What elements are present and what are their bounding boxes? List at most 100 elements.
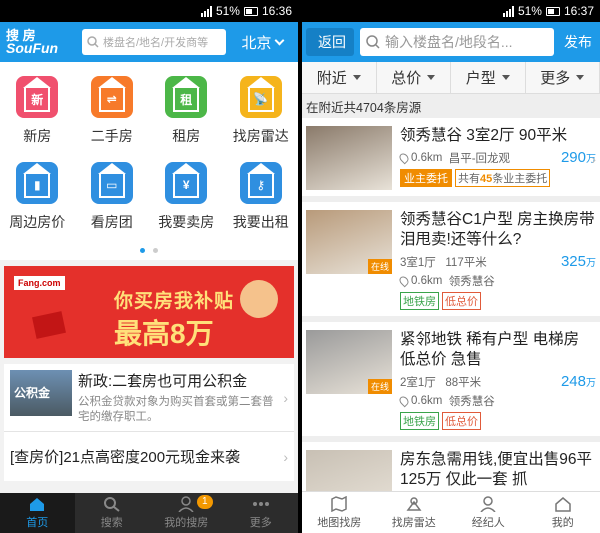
second-hand-house-icon: ⇌ <box>90 76 133 118</box>
listing-item[interactable]: 在线 领秀慧谷C1户型 房主换房带泪甩卖!还等什么? 3室1厅 117平米 325万 0… <box>302 202 600 322</box>
soufun-logo: 搜 房 SouFun <box>6 28 59 56</box>
search-input[interactable]: 楼盘名/地名/开发商等 <box>82 29 226 55</box>
nav-label: 我的搜房 <box>164 517 209 529</box>
feature-radar[interactable]: 📡 找房雷达 <box>224 76 299 162</box>
sell-house-icon: ¥ <box>165 162 208 204</box>
bus-icon: ▭ <box>90 162 133 204</box>
filter-0[interactable]: 附近 <box>302 62 377 93</box>
listing-item[interactable]: 领秀慧谷 3室2厅 90平米 0.6km 昌平-回龙观 290万 业主委托 共有45条业… <box>302 118 600 202</box>
online-badge: 在线 <box>367 379 392 394</box>
signal-icon <box>502 5 514 17</box>
nav-label: 经纪人 <box>471 516 505 529</box>
agent-icon <box>480 495 496 512</box>
home-icon <box>30 498 45 511</box>
feature-label: 租房 <box>172 128 201 144</box>
city-label: 北京 <box>241 34 272 52</box>
nav-more[interactable]: 更多 <box>224 493 299 533</box>
feature-grid: 新新房 ⇌ 二手房租租房 📡 找房雷达 ▮ 周边房价 ▭ 看房团 ¥ 我要卖房 ⚷ 我要出租 <box>0 62 298 248</box>
news-item[interactable]: [查房价]21点高密度200元现金来袭 › <box>4 432 294 481</box>
feature-label: 看房团 <box>90 214 133 230</box>
community-name: 领秀慧谷 <box>448 276 495 288</box>
nav-my-house[interactable]: 我的 <box>526 492 600 533</box>
dropdown-arrow-icon <box>352 75 361 80</box>
dropdown-arrow-icon <box>427 75 436 80</box>
location-pin-icon <box>397 274 411 288</box>
back-button[interactable]: 返回 <box>306 28 354 56</box>
banner-line-1: 你买房我补贴 <box>114 291 235 312</box>
community-name: 昌平-回龙观 <box>448 152 511 165</box>
nav-agent[interactable]: 经纪人 <box>451 492 526 533</box>
notification-badge: 1 <box>197 495 213 509</box>
signal-icon <box>200 5 212 17</box>
listing-tags: 地铁房 低总价 <box>400 412 596 430</box>
page-dot <box>153 248 158 253</box>
news-title: 新政:二套房也可用公积金 <box>78 373 248 390</box>
bottom-nav: 地图找房 找房雷达 经纪人 我的 <box>302 491 600 533</box>
listing-tags: 地铁房 低总价 <box>400 292 596 310</box>
floor-area: 117平米 <box>445 256 487 269</box>
feature-label: 找房雷达 <box>232 128 289 144</box>
listing-title: 领秀慧谷C1户型 房主换房带泪甩卖!还等什么? <box>400 211 595 248</box>
feature-rent-house[interactable]: 租租房 <box>149 76 224 162</box>
news-thumbnail: 公积金 <box>10 370 72 416</box>
price-chart-icon: ▮ <box>16 162 59 204</box>
listing-item[interactable]: 在线 紧邻地铁 稀有户型 电梯房 低总价 急售 2室1厅 88平米 248万 0.6km… <box>302 322 600 442</box>
feature-new-house[interactable]: 新新房 <box>0 76 75 162</box>
radar-icon <box>406 496 422 511</box>
bottom-nav: 首页 搜索 我的搜房 1 更多 <box>0 493 298 533</box>
publish-button[interactable]: 发布 <box>560 32 596 52</box>
nav-label: 找房雷达 <box>391 516 436 529</box>
mascot-icon <box>240 280 278 318</box>
filter-3[interactable]: 更多 <box>526 62 600 93</box>
chevron-right-icon: › <box>283 448 288 465</box>
news-list: 公积金 新政:二套房也可用公积金 公积金贷款对象为购买首套或第二套普宅的缴存职工… <box>4 364 294 481</box>
page-dot-active <box>140 248 145 253</box>
filter-1[interactable]: 总价 <box>377 62 451 93</box>
feature-bus[interactable]: ▭ 看房团 <box>75 162 150 248</box>
clock: 16:37 <box>563 4 594 18</box>
room-layout: 3室1厅 <box>400 256 436 269</box>
feature-price-chart[interactable]: ▮ 周边房价 <box>0 162 75 248</box>
filter-2[interactable]: 户型 <box>451 62 526 93</box>
nav-map[interactable]: 地图找房 <box>302 492 377 533</box>
battery-percent: 51% <box>517 4 542 18</box>
feature-second-hand-house[interactable]: ⇌ 二手房 <box>75 76 150 162</box>
distance: 0.6km <box>411 151 443 164</box>
nav-radar[interactable]: 找房雷达 <box>377 492 452 533</box>
city-selector[interactable]: 北京 <box>232 32 292 53</box>
my-house-icon <box>555 496 571 512</box>
search-input[interactable]: 输入楼盘名/地段名... <box>360 28 554 56</box>
search-icon <box>366 35 380 49</box>
fang-logo: Fang.com <box>14 276 65 290</box>
floor-area: 88平米 <box>445 376 482 389</box>
listing-photo: 在线 <box>306 330 392 394</box>
feature-sell-house[interactable]: ¥ 我要卖房 <box>149 162 224 248</box>
listing-tag: 低总价 <box>442 292 481 310</box>
nav-search[interactable]: 搜索 <box>75 493 150 533</box>
distance: 0.6km <box>411 275 443 287</box>
listing-tag: 业主委托 <box>400 169 452 187</box>
news-item[interactable]: 公积金 新政:二套房也可用公积金 公积金贷款对象为购买首套或第二套普宅的缴存职工… <box>4 364 294 432</box>
nav-label: 我的 <box>551 516 574 529</box>
nav-label: 首页 <box>26 517 49 529</box>
feature-lease-house[interactable]: ⚷ 我要出租 <box>224 162 299 248</box>
more-icon <box>252 502 269 506</box>
battery-icon <box>545 6 560 16</box>
search-placeholder: 输入楼盘名/地段名... <box>385 34 513 50</box>
new-house-icon: 新 <box>16 76 59 118</box>
nav-home[interactable]: 首页 <box>0 493 75 533</box>
page-indicator <box>0 248 298 260</box>
owner-entrust-count[interactable]: 共有45条业主委托 <box>455 169 551 187</box>
promo-banner[interactable]: Fang.com 你买房我补贴 最高8万 <box>4 266 294 358</box>
listing-photo: 在线 <box>306 210 392 274</box>
nav-user[interactable]: 我的搜房 1 <box>149 493 224 533</box>
feature-label: 我要出租 <box>232 214 289 230</box>
status-bar: 51% 16:37 <box>302 0 600 22</box>
feature-label: 新房 <box>23 128 52 144</box>
listing-header: 返回 输入楼盘名/地段名... 发布 <box>302 22 600 62</box>
map-icon <box>331 495 347 512</box>
feature-label: 我要卖房 <box>158 214 215 230</box>
news-desc: 公积金贷款对象为购买首套或第二套普宅的缴存职工。 <box>78 396 274 423</box>
location-pin-icon <box>397 394 411 408</box>
radar-icon: 📡 <box>239 76 282 118</box>
